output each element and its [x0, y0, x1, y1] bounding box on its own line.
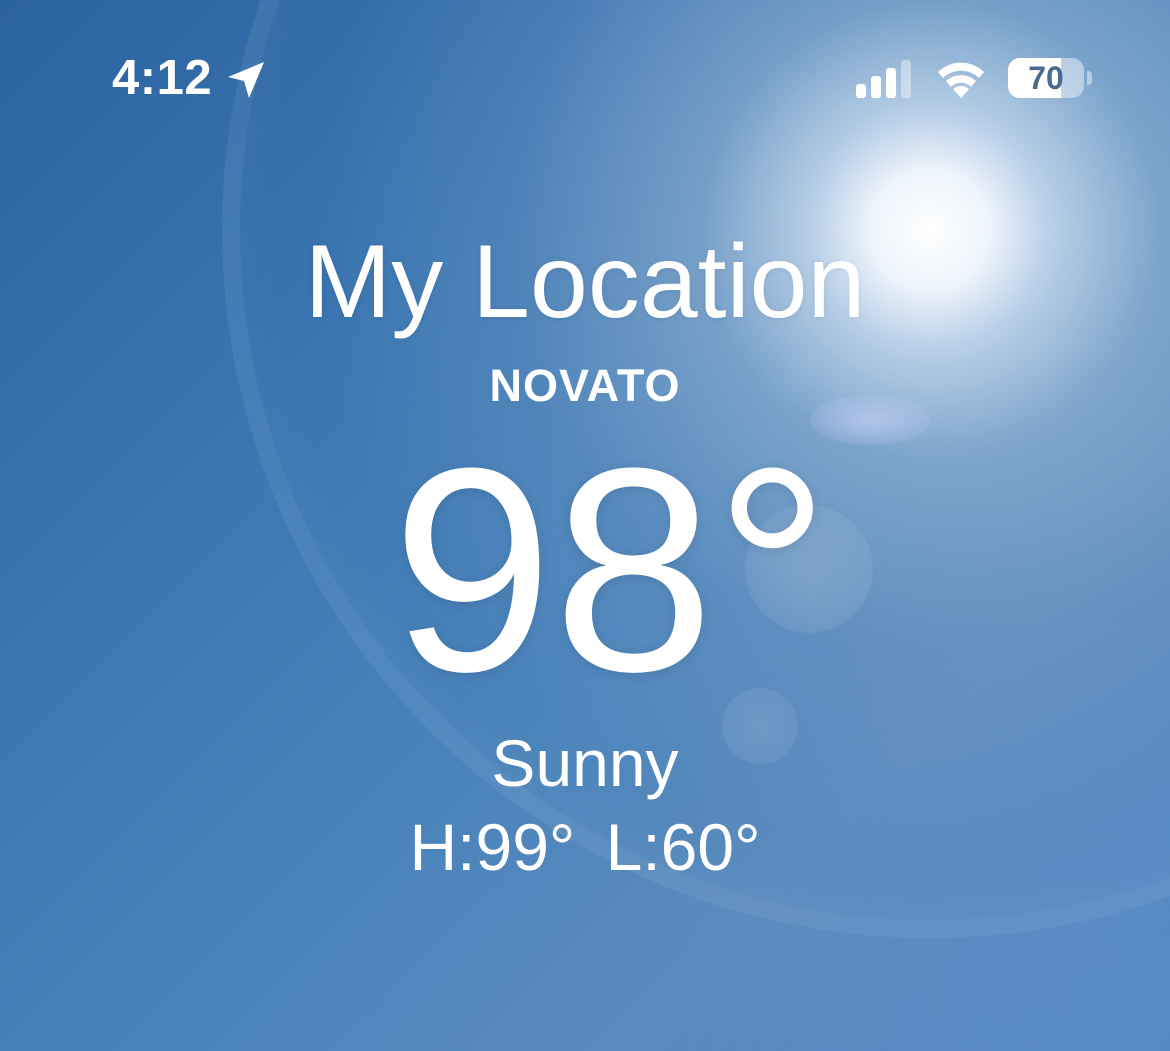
weather-screen: 4:12 70 My Location NOVATO 98° Sunny H:9… — [0, 0, 1170, 1051]
city-name: NOVATO — [489, 360, 681, 411]
high-low-temperature: H:99° L:60° — [409, 810, 761, 884]
location-title: My Location — [304, 224, 866, 340]
weather-condition: Sunny — [491, 726, 679, 800]
current-temperature: 98° — [391, 408, 831, 732]
weather-header: My Location NOVATO 98° Sunny H:99° L:60° — [0, 0, 1170, 1051]
